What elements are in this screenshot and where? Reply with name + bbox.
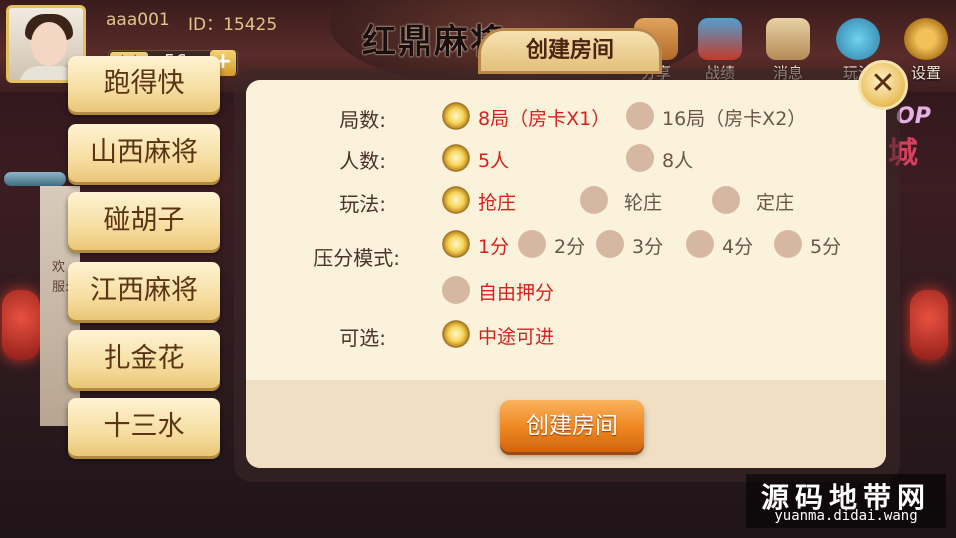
- radio-8-players[interactable]: [626, 144, 654, 172]
- radio-16-rounds[interactable]: [626, 102, 654, 130]
- radio-bet-3[interactable]: [596, 230, 624, 258]
- rounds-label: 局数:: [339, 108, 386, 132]
- radio-bet-1[interactable]: [442, 230, 470, 258]
- option-8-rounds-label: 8局（房卡X1）: [478, 108, 611, 130]
- message-icon: [766, 18, 810, 60]
- game-item-paodekuai[interactable]: 跑得快: [68, 56, 220, 112]
- game-item-zhajinhua[interactable]: 扎金花: [68, 330, 220, 388]
- gear-icon: [904, 18, 948, 60]
- create-room-button[interactable]: 创建房间: [500, 400, 644, 452]
- players-label: 人数:: [339, 149, 386, 173]
- option-16-rounds-label: 16局（房卡X2）: [662, 108, 807, 130]
- option-8-players-label: 8人: [662, 150, 694, 172]
- nav-settings-label: 设置: [910, 64, 941, 82]
- option-bet-free-label: 自由押分: [478, 282, 555, 304]
- watermark-en: yuanma.didai.wang: [774, 508, 918, 524]
- game-item-shanxi-mahjong[interactable]: 山西麻将: [68, 124, 220, 182]
- radio-lunzhuang[interactable]: [580, 186, 608, 214]
- right-lantern-decoration: [910, 290, 948, 360]
- radio-5-players[interactable]: [442, 144, 470, 172]
- radio-bet-free[interactable]: [442, 276, 470, 304]
- scroll-rod-decoration: [4, 172, 66, 186]
- record-icon: [698, 18, 742, 60]
- avatar-face: [31, 22, 67, 66]
- option-bet-1-label: 1分: [478, 236, 510, 258]
- option-dingzhuang-label: 定庄: [756, 192, 795, 214]
- radio-qiangzhuang[interactable]: [442, 186, 470, 214]
- username: aaa001: [106, 10, 170, 30]
- user-id: ID：15425: [188, 15, 278, 35]
- checkbox-join-midway[interactable]: [442, 320, 470, 348]
- option-qiangzhuang-label: 抢庄: [478, 192, 517, 214]
- shop-label[interactable]: OP: [896, 104, 931, 129]
- nav-settings[interactable]: 设置: [900, 18, 952, 84]
- option-5-players-label: 5人: [478, 150, 510, 172]
- optional-label: 可选:: [339, 326, 386, 350]
- option-join-midway-label: 中途可进: [478, 326, 555, 348]
- notice-scroll-text: 欢服:: [52, 260, 70, 295]
- game-item-shisanshui[interactable]: 十三水: [68, 398, 220, 456]
- left-lantern-decoration: [2, 290, 40, 360]
- radio-bet-5[interactable]: [774, 230, 802, 258]
- option-bet-2-label: 2分: [554, 236, 586, 258]
- mode-label: 玩法:: [339, 192, 386, 216]
- close-button[interactable]: ✕: [858, 60, 908, 110]
- option-lunzhuang-label: 轮庄: [624, 192, 663, 214]
- bet-mode-label: 压分模式:: [313, 246, 400, 270]
- option-bet-3-label: 3分: [632, 236, 664, 258]
- radio-8-rounds[interactable]: [442, 102, 470, 130]
- option-bet-4-label: 4分: [722, 236, 754, 258]
- radio-bet-2[interactable]: [518, 230, 546, 258]
- watermark: 源码地带网 yuanma.didai.wang: [746, 474, 946, 528]
- radio-dingzhuang[interactable]: [712, 186, 740, 214]
- game-item-penghuzi[interactable]: 碰胡子: [68, 192, 220, 250]
- rules-icon: [836, 18, 880, 60]
- radio-bet-4[interactable]: [686, 230, 714, 258]
- option-bet-5-label: 5分: [810, 236, 842, 258]
- game-item-jiangxi-mahjong[interactable]: 江西麻将: [68, 262, 220, 320]
- dialog-title: 创建房间: [478, 28, 662, 74]
